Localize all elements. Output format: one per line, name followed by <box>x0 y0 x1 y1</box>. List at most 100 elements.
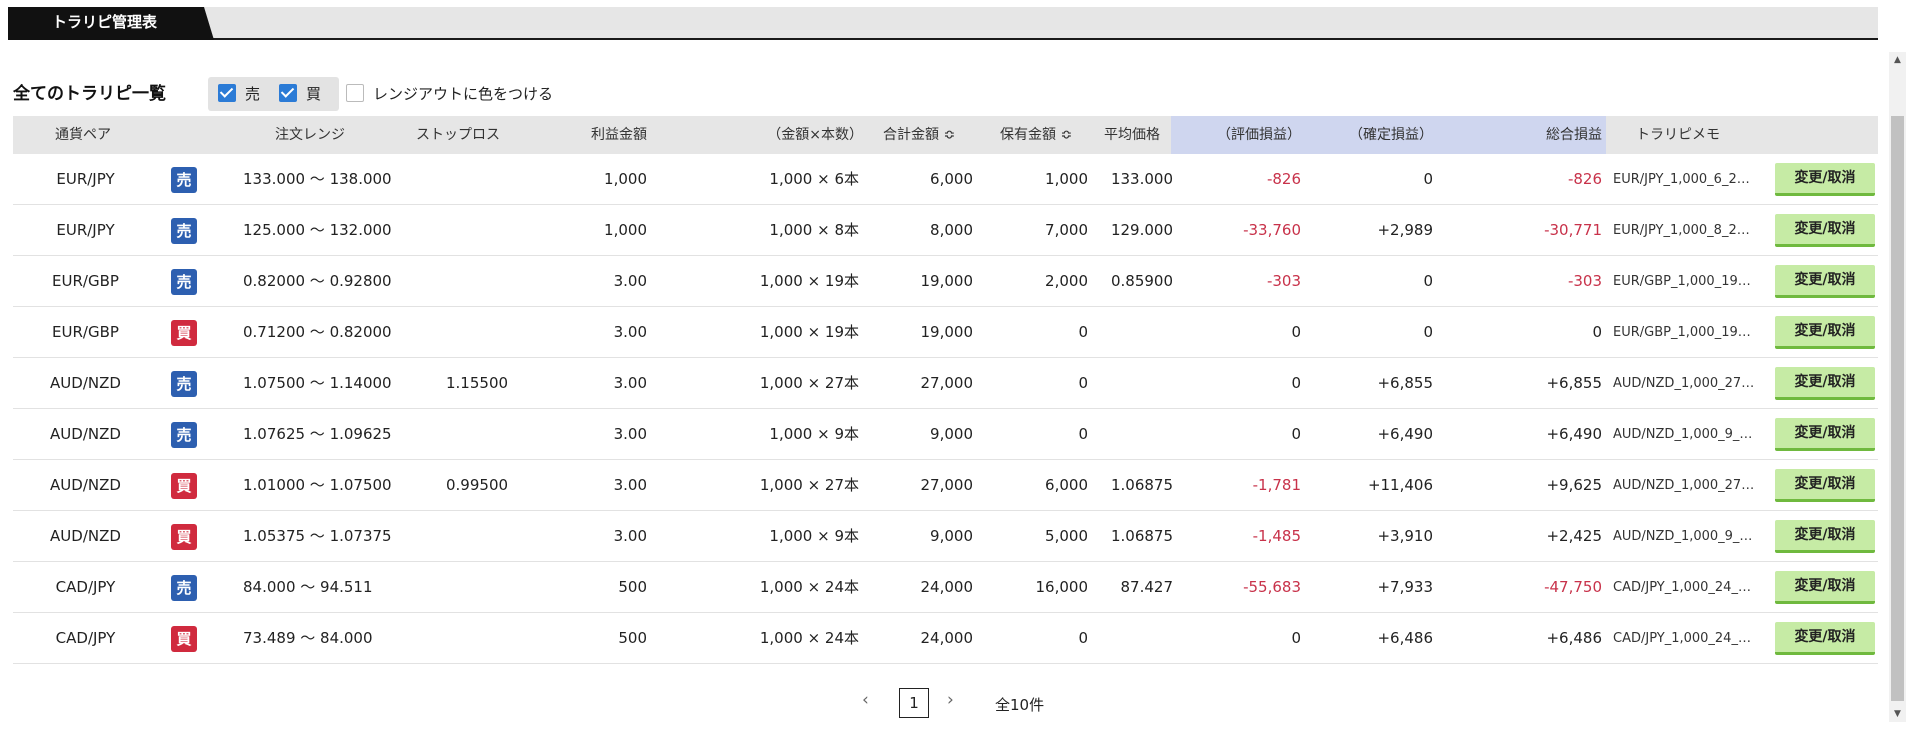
cell-net: -30,771 <box>1544 221 1602 239</box>
cell-profit: 3.00 <box>613 527 647 545</box>
modify-cancel-button[interactable]: 変更/取消 <box>1775 265 1875 298</box>
cell-range: 1.05375 〜 1.07375 <box>243 527 392 545</box>
cell-held: 7,000 <box>1045 221 1088 239</box>
cell-held: 1,000 <box>1045 170 1088 188</box>
sell-badge: 売 <box>171 269 197 295</box>
cell-amount: 1,000 × 27本 <box>759 476 859 494</box>
cell-avg: 0.85900 <box>1110 272 1173 290</box>
tab-trarepi-management[interactable]: トラリピ管理表 <box>8 7 214 40</box>
table-row: EUR/GBP 0.71200 〜 0.82000 3.00 1,000 × 19本 1… <box>13 307 1878 358</box>
modify-cancel-button[interactable]: 変更/取消 <box>1775 571 1875 604</box>
modify-cancel-button[interactable]: 変更/取消 <box>1775 316 1875 349</box>
cell-realized: +6,855 <box>1377 374 1433 392</box>
table-row: AUD/NZD 1.01000 〜 1.07500 0.99500 3.00 1,000… <box>13 460 1878 511</box>
cell-profit: 3.00 <box>613 425 647 443</box>
range-color-label: レンジアウトに色をつける <box>373 85 554 103</box>
cell-pair: AUD/NZD <box>50 374 121 392</box>
cell-total: 24,000 <box>920 578 974 596</box>
cell-total: 24,000 <box>920 629 974 647</box>
scroll-up-arrow-icon[interactable]: ▲ <box>1889 52 1906 68</box>
pager-current-page[interactable]: 1 <box>899 688 929 718</box>
cell-realized: 0 <box>1423 170 1433 188</box>
sell-badge: 売 <box>171 167 197 193</box>
table-row: CAD/JPY 73.489 〜 84.000 500 1,000 × 24本 24,0… <box>13 613 1878 664</box>
table-row: EUR/JPY 133.000 〜 138.000 1,000 1,000 × 6本 6… <box>13 154 1878 205</box>
cell-held: 0 <box>1078 323 1088 341</box>
cell-realized: +6,486 <box>1377 629 1433 647</box>
cell-profit: 3.00 <box>613 374 647 392</box>
modify-cancel-button[interactable]: 変更/取消 <box>1775 622 1875 655</box>
pager-next-icon[interactable]: › <box>947 690 954 710</box>
cell-pair: CAD/JPY <box>55 578 116 596</box>
cell-range: 125.000 〜 132.000 <box>243 221 392 239</box>
sell-badge: 売 <box>171 218 197 244</box>
cell-range: 133.000 〜 138.000 <box>243 170 392 188</box>
cell-amount: 1,000 × 9本 <box>769 425 859 443</box>
scroll-down-arrow-icon[interactable]: ▼ <box>1889 706 1906 722</box>
table-row: AUD/NZD 1.05375 〜 1.07375 3.00 1,000 × 9本 9,… <box>13 511 1878 562</box>
cell-total: 27,000 <box>920 476 974 494</box>
cell-unrealized: -303 <box>1266 272 1301 290</box>
table-row: EUR/GBP 0.82000 〜 0.92800 3.00 1,000 × 19本 1… <box>13 256 1878 307</box>
cell-memo: AUD/NZD_1,000_27… <box>1613 478 1755 493</box>
cell-amount: 1,000 × 24本 <box>759 578 859 596</box>
cell-pair: AUD/NZD <box>50 476 121 494</box>
cell-unrealized: 0 <box>1291 425 1301 443</box>
sell-badge: 売 <box>171 422 197 448</box>
cell-memo: EUR/GBP_1,000_19… <box>1613 325 1751 340</box>
sell-filter-checkbox[interactable] <box>218 84 236 102</box>
cell-avg: 1.06875 <box>1110 527 1173 545</box>
cell-held: 5,000 <box>1045 527 1088 545</box>
cell-unrealized: 0 <box>1291 629 1301 647</box>
cell-held: 2,000 <box>1045 272 1088 290</box>
cell-profit: 500 <box>618 629 647 647</box>
cell-net: 0 <box>1592 323 1602 341</box>
sell-badge: 売 <box>171 575 197 601</box>
col-held-sort[interactable]: 保有金額 ≎ <box>1000 116 1072 154</box>
cell-net: +6,486 <box>1546 629 1602 647</box>
range-color-checkbox[interactable] <box>346 84 364 102</box>
cell-total: 19,000 <box>920 323 974 341</box>
cell-pair: AUD/NZD <box>50 425 121 443</box>
cell-memo: AUD/NZD_1,000_27… <box>1613 376 1755 391</box>
cell-stop: 0.99500 <box>446 476 509 494</box>
table-header: 通貨ペア 注文レンジ ストップロス 利益金額 （金額×本数） 合計金額 ≎ 保有… <box>13 116 1878 154</box>
modify-cancel-button[interactable]: 変更/取消 <box>1775 214 1875 247</box>
cell-range: 1.01000 〜 1.07500 <box>243 476 392 494</box>
cell-total: 19,000 <box>920 272 974 290</box>
pager-total-count: 全10件 <box>995 696 1045 714</box>
buy-badge: 買 <box>171 320 197 346</box>
sell-filter-label: 売 <box>245 85 261 103</box>
modify-cancel-button[interactable]: 変更/取消 <box>1775 520 1875 553</box>
cell-realized: +11,406 <box>1367 476 1433 494</box>
cell-amount: 1,000 × 19本 <box>759 272 859 290</box>
cell-unrealized: 0 <box>1291 323 1301 341</box>
pager-prev-icon[interactable]: ‹ <box>862 690 869 710</box>
cell-avg: 1.06875 <box>1110 476 1173 494</box>
modify-cancel-button[interactable]: 変更/取消 <box>1775 163 1875 196</box>
scroll-thumb[interactable] <box>1891 116 1904 701</box>
cell-unrealized: -1,485 <box>1252 527 1301 545</box>
buy-badge: 買 <box>171 626 197 652</box>
buy-filter-checkbox[interactable] <box>279 84 297 102</box>
cell-pair: CAD/JPY <box>55 629 116 647</box>
col-net: 総合損益 <box>1441 116 1606 154</box>
cell-pair: EUR/GBP <box>52 272 119 290</box>
modify-cancel-button[interactable]: 変更/取消 <box>1775 469 1875 502</box>
modify-cancel-button[interactable]: 変更/取消 <box>1775 367 1875 400</box>
cell-profit: 3.00 <box>613 323 647 341</box>
tab-strip: トラリピ管理表 <box>8 7 1878 40</box>
cell-avg: 87.427 <box>1120 578 1174 596</box>
vertical-scrollbar[interactable]: ▲ ▼ <box>1889 52 1906 722</box>
sell-badge: 売 <box>171 371 197 397</box>
cell-memo: CAD/JPY_1,000_24_… <box>1613 580 1751 595</box>
cell-avg: 133.000 <box>1110 170 1173 188</box>
col-total-sort[interactable]: 合計金額 ≎ <box>883 116 955 154</box>
cell-realized: +3,910 <box>1377 527 1433 545</box>
cell-profit: 1,000 <box>604 221 647 239</box>
trarepi-table: 通貨ペア 注文レンジ ストップロス 利益金額 （金額×本数） 合計金額 ≎ 保有… <box>13 116 1878 664</box>
modify-cancel-button[interactable]: 変更/取消 <box>1775 418 1875 451</box>
col-range: 注文レンジ <box>275 127 345 143</box>
cell-range: 1.07500 〜 1.14000 <box>243 374 392 392</box>
cell-range: 0.82000 〜 0.92800 <box>243 272 392 290</box>
